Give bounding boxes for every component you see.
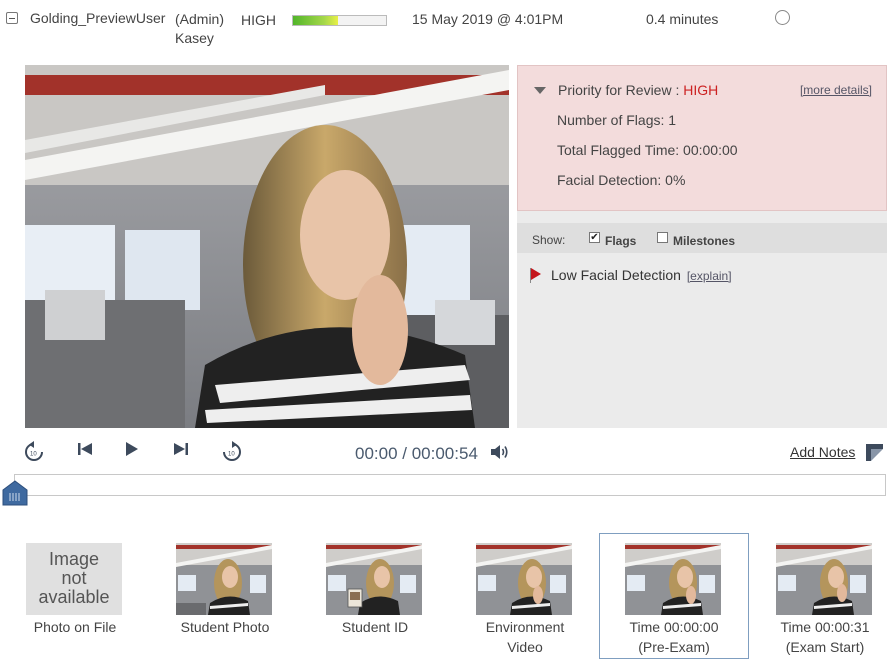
thumbnail-label-line: Video [507,639,543,655]
show-label: Show: [532,233,566,247]
priority-title: Priority for Review : HIGH [558,82,718,98]
priority-summary-box: Priority for Review : HIGH [more details… [517,65,887,211]
session-datetime: 15 May 2019 @ 4:01PM [412,11,564,27]
thumbnail-label: Student Photo [180,619,270,635]
total-time: 00:00:54 [411,444,478,463]
current-time: 00:00 [355,444,398,463]
explain-link[interactable]: [explain] [687,269,732,283]
time-separator: / [397,444,412,463]
svg-text:10: 10 [228,452,235,458]
thumbnail-label: Time 00:00:00 (Pre-Exam) [600,617,748,657]
thumbnail-label-line: Time 00:00:31 [780,619,870,635]
rewind-10-icon[interactable]: 10 [24,441,44,468]
priority-meter-fill [293,16,338,25]
flags-checkbox-label[interactable]: Flags [605,234,636,248]
thumbnail-label-line: Environment [485,619,565,635]
flag-icon [530,268,541,283]
review-panel: Priority for Review : HIGH [more details… [517,65,887,428]
video-player[interactable] [25,65,509,428]
thumbnail-environment-video[interactable]: Environment Video [450,533,600,659]
thumbnail-image [326,543,422,615]
session-summary-row: Golding_PreviewUser (Admin) Kasey HIGH 1… [0,0,891,58]
webcam-frame-image [25,65,509,428]
priority-level-text: HIGH [241,12,276,28]
skip-back-icon[interactable] [77,441,93,462]
forward-10-icon[interactable]: 10 [222,441,242,468]
thumbnail-label-line: Time 00:00:00 [629,619,719,635]
priority-title-label: Priority for Review : [558,82,684,98]
priority-meter [292,15,387,26]
facial-detection: Facial Detection: 0% [557,172,686,188]
collapse-icon[interactable] [6,12,18,24]
session-duration: 0.4 minutes [646,11,719,27]
image-not-available-placeholder: Image not available [26,543,122,615]
thumbnail-exam-start[interactable]: Time 00:00:31 (Exam Start) [750,533,891,659]
flag-text: Low Facial Detection [explain] [551,267,732,283]
thumbnail-label: Time 00:00:31 (Exam Start) [750,617,891,657]
show-filter-bar: Show: ✔ Flags Milestones [517,223,887,253]
play-icon[interactable] [125,441,139,462]
thumbnail-student-id[interactable]: Student ID [300,533,450,659]
student-name: Kasey [175,30,214,46]
placeholder-line: available [38,587,110,607]
thumbnail-image [476,543,572,615]
skip-forward-icon[interactable] [173,441,189,462]
thumbnail-photo-on-file[interactable]: Image not available Photo on File [0,533,150,659]
flag-label: Low Facial Detection [551,267,681,283]
thumbnail-label-line: (Pre-Exam) [638,639,710,655]
session-username: Golding_PreviewUser [30,10,166,26]
flagged-time: Total Flagged Time: 00:00:00 [557,142,738,158]
snapshot-strip: Image not available Photo on File Studen… [0,533,891,659]
select-radio[interactable] [775,10,790,25]
milestones-checkbox[interactable] [657,232,668,243]
playback-time: 00:00 / 00:00:54 [355,444,478,464]
thumbnail-pre-exam[interactable]: Time 00:00:00 (Pre-Exam) [599,533,749,659]
player-controls: 10 10 00:00 / 00:00:54 Add Notes [0,436,891,466]
thumbnail-label: Photo on File [33,619,117,635]
thumbnail-image [176,543,272,615]
thumbnail-label-line: (Exam Start) [785,639,865,655]
collapse-triangle-icon[interactable] [534,87,546,94]
scrubber-handle-icon[interactable] [2,480,28,511]
thumbnail-student-photo[interactable]: Student Photo [150,533,300,659]
volume-icon[interactable] [490,443,510,466]
thumbnail-label: Environment Video [450,617,600,657]
thumbnail-image [776,543,872,615]
placeholder-line: not [61,568,87,588]
note-icon[interactable] [866,444,883,461]
flags-count: Number of Flags: 1 [557,112,677,128]
milestones-checkbox-label[interactable]: Milestones [673,234,735,248]
flags-checkbox[interactable]: ✔ [589,232,600,243]
priority-value: HIGH [683,82,719,98]
timeline-track[interactable] [14,474,886,496]
session-role: (Admin) Kasey [175,10,224,48]
thumbnail-label: Student ID [341,619,409,635]
role-label: (Admin) [175,11,225,27]
thumbnail-image [625,543,721,615]
more-details-link[interactable]: [more details] [800,83,872,97]
svg-text:10: 10 [30,452,37,458]
placeholder-line: Image [48,549,100,569]
add-notes-link[interactable]: Add Notes [790,444,855,460]
